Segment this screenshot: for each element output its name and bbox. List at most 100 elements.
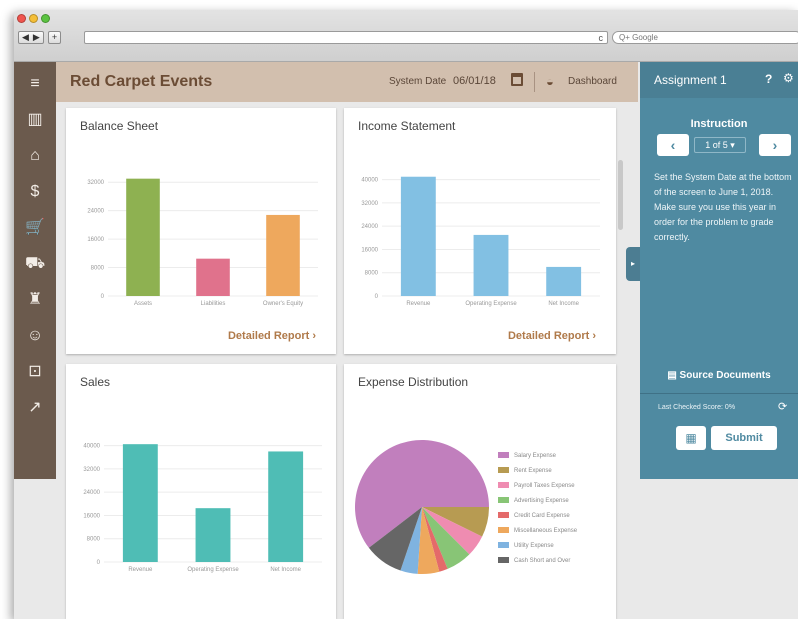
y-tick-label: 16000 xyxy=(83,513,100,519)
help-icon[interactable]: ? xyxy=(765,72,772,86)
next-instruction-button[interactable]: › xyxy=(759,134,791,156)
x-tick-label: Net Income xyxy=(270,567,301,573)
search-field[interactable]: Q+ Google xyxy=(612,31,798,44)
previous-instruction-button[interactable]: ‹ xyxy=(657,134,689,156)
x-tick-label: Revenue xyxy=(128,567,153,573)
y-tick-label: 8000 xyxy=(87,537,101,543)
y-tick-label: 0 xyxy=(101,294,105,300)
forward-icon[interactable]: ▶ xyxy=(33,32,40,43)
bank-icon[interactable]: ⌂ xyxy=(25,146,45,166)
side-navigation: ≡ ▥ ⌂ $ 🛒 ⛟ ♜ ☺ ⊡ ↗ xyxy=(14,62,56,479)
x-tick-label: Revenue xyxy=(406,301,431,307)
payroll-icon[interactable]: ☺ xyxy=(25,326,45,346)
report-chart-icon[interactable]: ↗ xyxy=(25,398,45,418)
truck-icon[interactable]: ⛟ xyxy=(25,254,45,274)
assignment-panel-header: Assignment 1 ? ⚙ xyxy=(640,62,798,98)
window-controls xyxy=(17,14,50,23)
x-tick-label: Operating Expense xyxy=(187,567,239,573)
bar-assets xyxy=(126,178,160,296)
system-date-value[interactable]: 06/01/18 xyxy=(453,75,496,87)
legend-label: Rent Expense xyxy=(514,468,552,474)
content-scrollbar[interactable] xyxy=(618,160,623,230)
menu-icon[interactable]: ≡ xyxy=(25,74,45,94)
legend-label: Utility Expense xyxy=(514,543,554,549)
y-tick-label: 16000 xyxy=(87,237,104,243)
safe-icon[interactable]: ⊡ xyxy=(25,362,45,382)
cart-icon[interactable]: 🛒 xyxy=(25,218,45,238)
bar-revenue xyxy=(122,444,158,562)
y-tick-label: 32000 xyxy=(361,201,378,207)
income-statement-card: Income Statement 0 8000 16000 24000 32000 400… xyxy=(344,108,616,354)
legend-label: Payroll Taxes Expense xyxy=(514,483,575,489)
x-tick-label: Liabilities xyxy=(201,301,226,307)
legend-label: Cash Short and Over xyxy=(514,558,570,564)
instruction-text: Set the System Date at the bottom of the… xyxy=(654,172,792,242)
submit-button[interactable]: Submit xyxy=(711,426,777,450)
legend-label: Credit Card Expense xyxy=(514,513,570,519)
gear-icon[interactable]: ⚙ xyxy=(783,71,794,85)
bar-operating-expense xyxy=(195,508,231,562)
y-tick-label: 24000 xyxy=(83,490,100,496)
y-tick-label: 24000 xyxy=(87,209,104,215)
legend-swatch xyxy=(498,527,509,533)
income-statement-chart: 0 8000 16000 24000 32000 40000 Revenue Operatin… xyxy=(361,176,600,307)
expense-distribution-card: Expense Distribution Salary Expense Rent … xyxy=(344,364,616,619)
zoom-window-button[interactable] xyxy=(41,14,50,23)
y-tick-label: 40000 xyxy=(83,444,100,450)
close-window-button[interactable] xyxy=(17,14,26,23)
legend-swatch xyxy=(498,482,509,488)
legend-swatch xyxy=(498,452,509,458)
assignment-panel: Assignment 1 ? ⚙ Instruction ‹ 1 of 5 ▾ … xyxy=(640,62,798,479)
legend-label: Salary Expense xyxy=(514,453,557,459)
y-tick-label: 8000 xyxy=(91,266,105,272)
calendar-icon[interactable] xyxy=(511,73,523,86)
income-statement-detailed-report-link[interactable]: Detailed Report › xyxy=(508,330,596,342)
bar-revenue xyxy=(400,176,436,296)
balance-sheet-card: Balance Sheet 0 8000 16000 24000 32000 Assets… xyxy=(66,108,336,354)
refresh-score-icon[interactable]: ⟳ xyxy=(778,400,787,413)
x-tick-label: Assets xyxy=(134,301,152,307)
y-tick-label: 32000 xyxy=(83,467,100,473)
panel-collapse-tab[interactable]: ▸ xyxy=(626,247,640,281)
x-tick-label: Net Income xyxy=(548,301,579,307)
legend-label: Advertising Expense xyxy=(514,498,569,504)
header-divider xyxy=(534,72,535,92)
cash-register-icon[interactable]: $ xyxy=(25,182,45,202)
instruction-page-select[interactable]: 1 of 5 ▾ xyxy=(694,137,746,153)
app-header: Red Carpet Events System Date 06/01/18 ◒… xyxy=(56,62,638,102)
company-title: Red Carpet Events xyxy=(70,73,213,90)
browser-toolbar: ◀ ▶ + c Q+ Google xyxy=(14,10,798,62)
balance-sheet-detailed-report-link[interactable]: Detailed Report › xyxy=(228,330,316,342)
legend-swatch xyxy=(498,542,509,548)
reload-icon[interactable]: c xyxy=(599,32,604,44)
y-tick-label: 24000 xyxy=(361,224,378,230)
address-bar[interactable]: c xyxy=(84,31,608,44)
system-date-label: System Date xyxy=(389,76,447,87)
x-tick-label: Owner's Equity xyxy=(263,301,303,307)
source-documents-button[interactable]: ▤ Source Documents xyxy=(640,362,798,390)
legend-swatch xyxy=(498,512,509,518)
minimize-window-button[interactable] xyxy=(29,14,38,23)
back-icon[interactable]: ◀ xyxy=(22,32,29,43)
y-tick-label: 0 xyxy=(97,560,101,566)
back-forward-button[interactable]: ◀ ▶ xyxy=(18,31,44,44)
last-checked-score: Last Checked Score: 0% xyxy=(658,404,736,411)
document-icon: ▤ xyxy=(667,370,680,381)
buildings-icon[interactable]: ▥ xyxy=(25,110,45,130)
expense-distribution-chart: Salary Expense Rent Expense Payroll Taxes … xyxy=(355,439,578,574)
legend-swatch xyxy=(498,557,509,563)
bar-net-income xyxy=(546,266,582,296)
plus-icon: + xyxy=(51,32,58,42)
new-tab-button[interactable]: + xyxy=(47,31,62,44)
legend-swatch xyxy=(498,467,509,473)
hand-truck-icon[interactable]: ♜ xyxy=(25,290,45,310)
browser-nav-buttons: ◀ ▶ + xyxy=(18,31,62,44)
y-tick-label: 32000 xyxy=(87,180,104,186)
dashboard-gauge-icon[interactable]: ◒ xyxy=(546,74,554,89)
source-documents-label: Source Documents xyxy=(679,370,771,381)
dashboard-link[interactable]: Dashboard xyxy=(568,76,617,87)
bar-net-income xyxy=(268,451,304,562)
bar-operating-expense xyxy=(473,234,509,296)
calculator-button[interactable]: ▦ xyxy=(676,426,706,450)
bar-owner-s-equity xyxy=(266,214,300,296)
